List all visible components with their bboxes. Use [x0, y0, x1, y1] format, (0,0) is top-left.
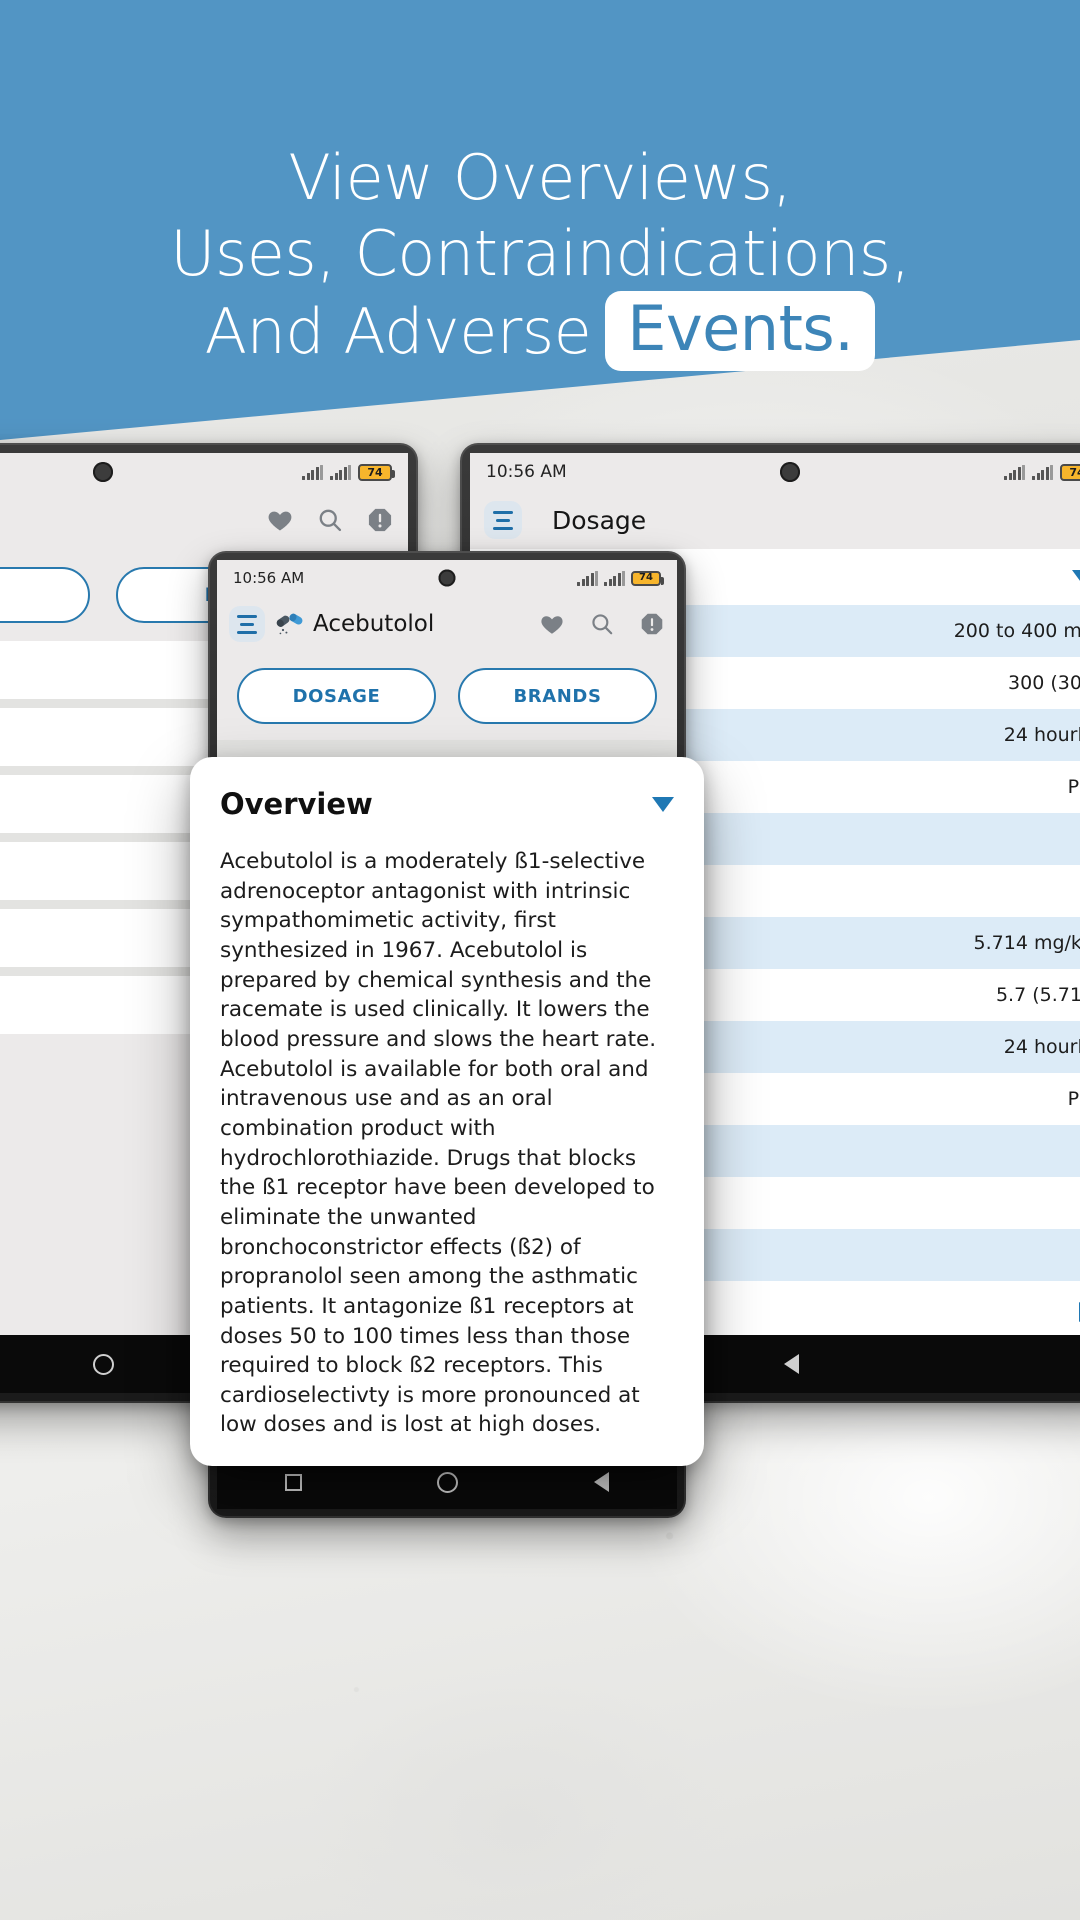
- search-icon[interactable]: [316, 506, 344, 534]
- alert-octagon-icon[interactable]: [639, 611, 665, 637]
- status-bar-right: 10:56 AM 74: [470, 453, 1080, 491]
- table-cell-value: PO: [1067, 776, 1080, 798]
- app-title-center: Acebutolol: [313, 611, 435, 637]
- table-cell-value: 5.7 (5.714: [995, 984, 1080, 1006]
- table-cell-value: 200 to 400 mg: [953, 620, 1080, 642]
- app-bar-center: Acebutolol: [217, 596, 677, 652]
- app-bar-actions-left: [266, 506, 394, 534]
- app-bar-left: Acebutolol: [0, 491, 408, 549]
- recent-apps-icon[interactable]: [284, 1473, 302, 1491]
- overview-card-body: Acebutolol is a moderately ß1-selective …: [220, 849, 657, 1438]
- camera-punch-hole-center: [438, 569, 456, 587]
- signal-bars-2-icon: [1032, 464, 1053, 480]
- table-cell-value: 24 hourly: [1003, 724, 1080, 746]
- pill-capsule-icon: [276, 613, 303, 635]
- app-bar-right: Dosage: [470, 491, 1080, 549]
- hero-highlight-events: Events.: [605, 291, 876, 372]
- battery-level-center: 74: [639, 572, 653, 583]
- status-icons-left: 74: [302, 463, 395, 481]
- signal-bars-icon: [577, 570, 598, 586]
- hamburger-icon[interactable]: [229, 606, 265, 642]
- hero-line-3: And Adverse Events.: [204, 291, 876, 372]
- app-title-right: Dosage: [552, 505, 647, 535]
- tab-dosage-center[interactable]: DOSAGE: [237, 668, 436, 724]
- battery-icon: 74: [358, 463, 395, 481]
- signal-bars-2-icon: [604, 570, 625, 586]
- tab-dosage-left[interactable]: DOSAGE: [0, 567, 90, 623]
- overview-card-title: Overview: [220, 787, 373, 821]
- status-icons-center: 74: [577, 570, 664, 586]
- table-cell-value: 5.714 mg/kg: [973, 932, 1080, 954]
- back-icon[interactable]: [784, 1354, 800, 1374]
- overview-card-header: Overview: [220, 787, 674, 821]
- battery-level-right: 74: [1069, 465, 1080, 479]
- signal-bars-2-icon: [330, 464, 351, 480]
- heart-icon[interactable]: [539, 611, 565, 637]
- heart-icon[interactable]: [266, 506, 294, 534]
- back-icon[interactable]: [594, 1472, 610, 1492]
- table-cell-value: PO: [1067, 1088, 1080, 1110]
- battery-icon: 74: [1060, 463, 1080, 481]
- tab-brands-center[interactable]: BRANDS: [458, 668, 657, 724]
- search-icon[interactable]: [589, 611, 615, 637]
- status-bar-center: 10:56 AM 74: [217, 560, 677, 596]
- home-icon[interactable]: [437, 1471, 459, 1493]
- status-time-center: 10:56 AM: [233, 569, 305, 587]
- hero-banner: View Overviews, Uses, Contraindications,…: [0, 0, 1080, 440]
- camera-punch-hole-right: [780, 462, 800, 482]
- hero-line-3-prefix: And Adverse: [204, 294, 592, 368]
- table-cell-value: 24 hourly: [1003, 1036, 1080, 1058]
- status-bar-left: AM 74: [0, 453, 408, 491]
- signal-bars-icon: [1004, 464, 1025, 480]
- status-time-right: 10:56 AM: [486, 462, 567, 482]
- tab-row-center: DOSAGE BRANDS: [217, 652, 677, 740]
- hero-line-2: Uses, Contraindications,: [170, 216, 910, 290]
- battery-level-left: 74: [367, 465, 383, 479]
- home-icon[interactable]: [93, 1353, 115, 1375]
- hamburger-icon[interactable]: [484, 501, 522, 539]
- hero-line-1: View Overviews,: [288, 141, 792, 214]
- signal-bars-icon: [302, 464, 323, 480]
- alert-octagon-icon[interactable]: [366, 506, 394, 534]
- app-bar-actions-center: [539, 611, 665, 637]
- table-cell-value: 300 (300: [1008, 672, 1080, 694]
- status-icons-right: 74: [1004, 463, 1080, 481]
- camera-punch-hole-left: [93, 462, 113, 482]
- caret-down-icon[interactable]: [652, 796, 674, 812]
- overview-card: Overview Acebutolol is a moderately ß1-s…: [190, 757, 704, 1467]
- battery-icon: 74: [631, 570, 664, 586]
- caret-down-icon[interactable]: [1072, 569, 1080, 585]
- app-store-screenshot: AM 74: [0, 0, 1080, 1920]
